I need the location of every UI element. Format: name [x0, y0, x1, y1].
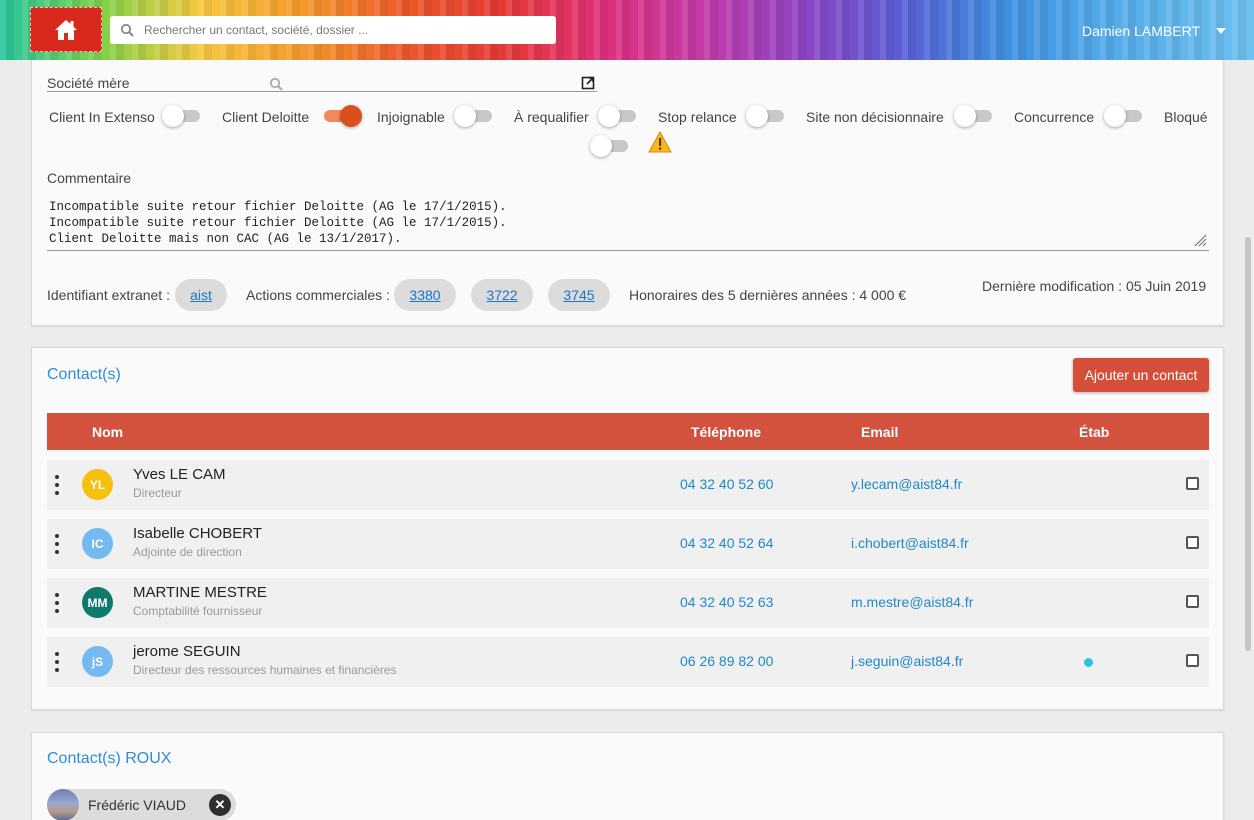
- search-icon[interactable]: [269, 77, 283, 91]
- more-vert-icon[interactable]: [55, 652, 59, 672]
- toggle-label-concurrence: Concurrence: [1014, 109, 1095, 125]
- column-header-etab[interactable]: Étab: [1079, 424, 1109, 440]
- extranet-label: Identifiant extranet :: [47, 287, 170, 303]
- contact-email[interactable]: y.lecam@aist84.fr: [851, 476, 962, 492]
- contact-role: Directeur: [133, 486, 182, 500]
- action-link-2[interactable]: 3722: [471, 279, 533, 311]
- actions-label: Actions commerciales :: [246, 287, 390, 303]
- toggle-client-deloitte[interactable]: [324, 105, 362, 127]
- top-bar: Damien LAMBERT: [0, 0, 1254, 60]
- search-box[interactable]: [110, 16, 556, 44]
- contact-email[interactable]: j.seguin@aist84.fr: [851, 653, 963, 669]
- row-checkbox[interactable]: [1186, 477, 1199, 490]
- contact-name[interactable]: MARTINE MESTRE: [133, 584, 267, 601]
- contact-email[interactable]: i.chobert@aist84.fr: [851, 535, 969, 551]
- roux-contacts-title: Contact(s) ROUX: [47, 750, 172, 767]
- honoraires-text: Honoraires des 5 dernières années : 4 00…: [629, 287, 907, 303]
- toggle-label-client-deloitte: Client Deloitte: [222, 109, 310, 125]
- contact-name[interactable]: Isabelle CHOBERT: [133, 525, 262, 542]
- etab-indicator: [1084, 658, 1093, 667]
- table-row[interactable]: jS jerome SEGUIN Directeur des ressource…: [47, 637, 1209, 687]
- table-row[interactable]: IC Isabelle CHOBERT Adjointe de directio…: [47, 519, 1209, 569]
- more-vert-icon[interactable]: [55, 534, 59, 554]
- person-chip[interactable]: Frédéric VIAUD ✕: [47, 789, 236, 820]
- row-checkbox[interactable]: [1186, 654, 1199, 667]
- user-name[interactable]: Damien LAMBERT: [1082, 23, 1200, 39]
- contact-phone[interactable]: 04 32 40 52 64: [680, 535, 773, 551]
- row-checkbox[interactable]: [1186, 536, 1199, 549]
- open-external-icon[interactable]: [581, 76, 595, 90]
- contact-phone[interactable]: 06 26 89 82 00: [680, 653, 773, 669]
- toggle-injoignable[interactable]: [454, 105, 492, 127]
- more-vert-icon[interactable]: [55, 593, 59, 613]
- toggle-concurrence[interactable]: [1104, 105, 1142, 127]
- more-vert-icon[interactable]: [55, 475, 59, 495]
- societe-mere-label: Société mère: [47, 75, 130, 91]
- avatar: jS: [82, 646, 113, 677]
- search-icon: [120, 23, 134, 37]
- extranet-id-link[interactable]: aist: [175, 279, 227, 311]
- column-header-email[interactable]: Email: [861, 424, 898, 440]
- avatar: IC: [82, 528, 113, 559]
- add-contact-button[interactable]: Ajouter un contact: [1073, 358, 1209, 392]
- toggle-label-injoignable: Injoignable: [377, 109, 445, 125]
- action-link-3[interactable]: 3745: [548, 279, 610, 311]
- toggle-label-client-in-extenso: Client In Extenso: [49, 109, 155, 125]
- table-row[interactable]: MM MARTINE MESTRE Comptabilité fournisse…: [47, 578, 1209, 628]
- row-checkbox[interactable]: [1186, 595, 1199, 608]
- toggle-stop-relance[interactable]: [746, 105, 784, 127]
- column-header-phone[interactable]: Téléphone: [691, 424, 761, 440]
- avatar: MM: [82, 587, 113, 618]
- avatar: [47, 789, 79, 820]
- toggle-bloque[interactable]: [590, 135, 628, 157]
- contact-role: Adjointe de direction: [133, 545, 242, 559]
- toggle-label-a-requalifier: À requalifier: [514, 109, 589, 125]
- contact-email[interactable]: m.mestre@aist84.fr: [851, 594, 973, 610]
- toggle-label-site-non-decisionnaire: Site non décisionnaire: [806, 109, 944, 125]
- company-details-card: Société mère Client In Extenso Client De…: [31, 60, 1224, 326]
- contacts-table-header: Nom Téléphone Email Étab: [47, 413, 1209, 450]
- toggle-client-in-extenso[interactable]: [162, 105, 200, 127]
- home-button[interactable]: [30, 7, 102, 52]
- contact-name[interactable]: jerome SEGUIN: [133, 643, 241, 660]
- roux-contacts-card: Contact(s) ROUX Frédéric VIAUD ✕: [31, 732, 1224, 820]
- contact-phone[interactable]: 04 32 40 52 60: [680, 476, 773, 492]
- chevron-down-icon[interactable]: [1216, 28, 1226, 34]
- toggle-label-stop-relance: Stop relance: [658, 109, 737, 125]
- warning-icon: [648, 131, 672, 153]
- last-modified-text: Dernière modification : 05 Juin 2019: [982, 278, 1207, 294]
- toggle-label-bloque: Bloqué: [1164, 109, 1208, 125]
- avatar: YL: [82, 469, 113, 500]
- contacts-title: Contact(s): [47, 366, 121, 383]
- societe-mere-field[interactable]: [47, 91, 597, 92]
- search-input[interactable]: [144, 23, 544, 37]
- person-name: Frédéric VIAUD: [88, 797, 187, 813]
- action-link-1[interactable]: 3380: [394, 279, 456, 311]
- contact-name[interactable]: Yves LE CAM: [133, 466, 226, 483]
- contact-phone[interactable]: 04 32 40 52 63: [680, 594, 773, 610]
- resize-handle-icon[interactable]: [1193, 233, 1207, 247]
- home-icon: [55, 19, 77, 40]
- scrollbar[interactable]: [1245, 237, 1251, 651]
- close-icon[interactable]: ✕: [209, 794, 231, 816]
- contact-role: Directeur des ressources humaines et fin…: [133, 663, 397, 677]
- toggle-site-non-decisionnaire[interactable]: [954, 105, 992, 127]
- table-row[interactable]: YL Yves LE CAM Directeur 04 32 40 52 60 …: [47, 460, 1209, 510]
- contact-role: Comptabilité fournisseur: [133, 604, 263, 618]
- contacts-card: Contact(s) Ajouter un contact Nom Téléph…: [31, 347, 1224, 710]
- toggle-a-requalifier[interactable]: [598, 105, 636, 127]
- comment-textarea[interactable]: Incompatible suite retour fichier Deloit…: [47, 196, 1209, 251]
- column-header-name[interactable]: Nom: [92, 424, 123, 440]
- comment-label: Commentaire: [47, 170, 132, 186]
